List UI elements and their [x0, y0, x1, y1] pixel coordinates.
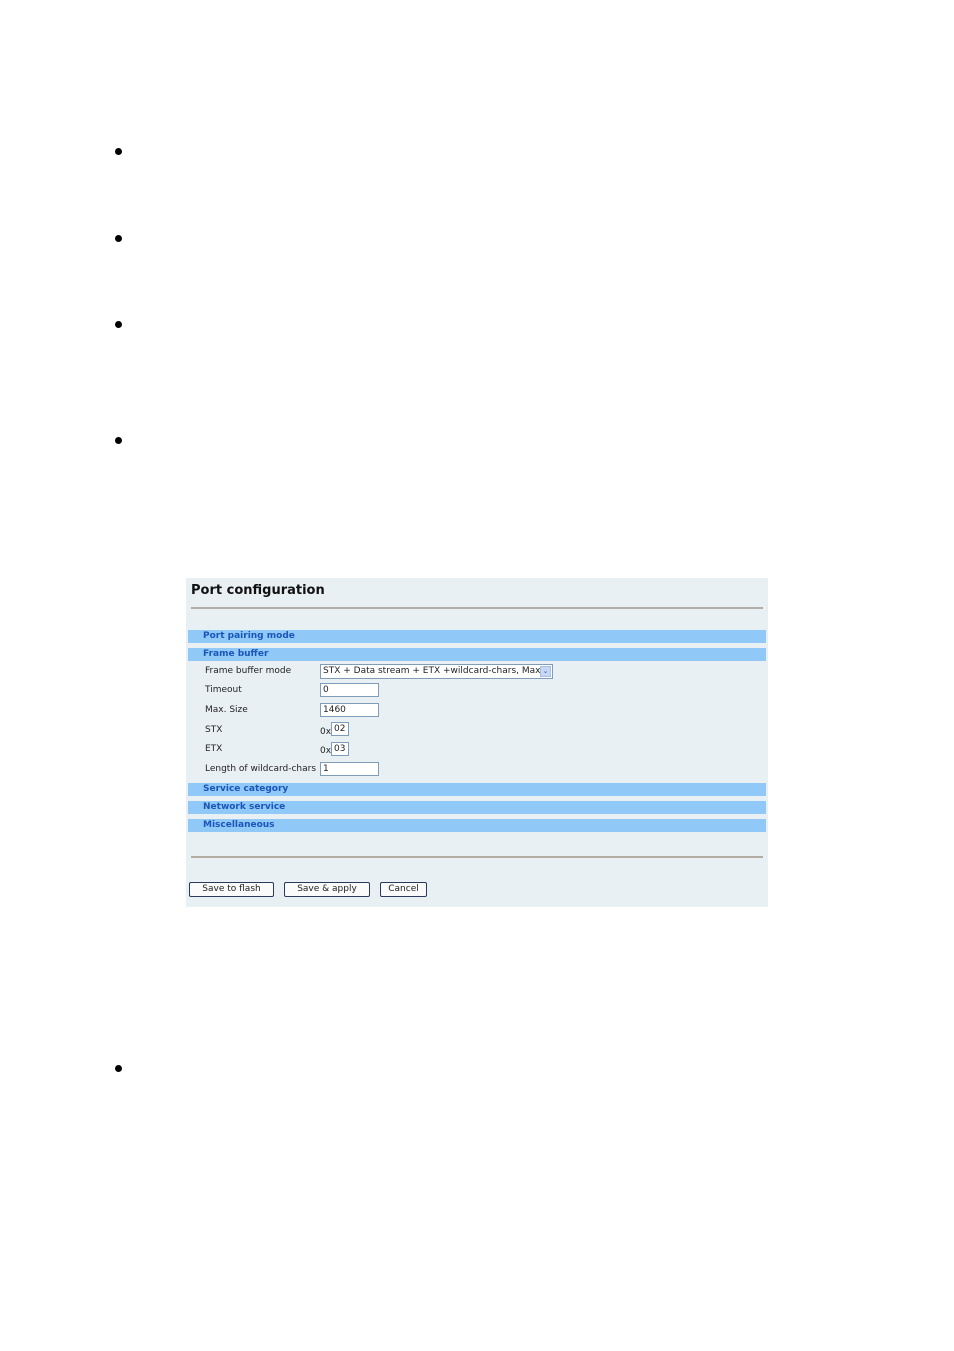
bullet-marker: [115, 1065, 122, 1072]
bullet-marker: [115, 437, 122, 444]
save-to-flash-button[interactable]: Save to flash: [189, 882, 274, 897]
stx-input[interactable]: 02: [331, 722, 349, 736]
timeout-input[interactable]: 0: [320, 683, 379, 697]
bullet-marker: [115, 148, 122, 155]
bullet-marker: [115, 321, 122, 328]
divider: [191, 856, 763, 858]
cancel-button[interactable]: Cancel: [380, 882, 427, 897]
stx-hex-prefix: 0x: [320, 727, 332, 737]
port-configuration-panel: Port configuration Port pairing mode Fra…: [186, 578, 768, 907]
etx-hex-prefix: 0x: [320, 746, 332, 756]
frame-buffer-mode-select[interactable]: STX + Data stream + ETX +wildcard-chars,…: [320, 664, 553, 679]
etx-input[interactable]: 03: [331, 742, 349, 756]
etx-label: ETX: [205, 744, 223, 754]
frame-buffer-mode-value: STX + Data stream + ETX +wildcard-chars,…: [323, 666, 541, 676]
panel-title: Port configuration: [191, 583, 325, 598]
bullet-marker: [115, 235, 122, 242]
max-size-input[interactable]: 1460: [320, 703, 379, 717]
section-miscellaneous[interactable]: Miscellaneous: [188, 819, 766, 832]
section-port-pairing-mode[interactable]: Port pairing mode: [188, 630, 766, 643]
stx-label: STX: [205, 725, 223, 735]
frame-buffer-mode-label: Frame buffer mode: [205, 666, 292, 676]
divider: [191, 607, 763, 609]
wildcard-length-label: Length of wildcard-chars: [205, 764, 317, 774]
timeout-label: Timeout: [205, 685, 242, 695]
wildcard-length-input[interactable]: 1: [320, 762, 379, 776]
section-network-service[interactable]: Network service: [188, 801, 766, 814]
section-frame-buffer[interactable]: Frame buffer: [188, 648, 766, 661]
chevron-down-icon[interactable]: ⌄: [540, 666, 551, 677]
save-and-apply-button[interactable]: Save & apply: [284, 882, 370, 897]
max-size-label: Max. Size: [205, 705, 248, 715]
section-service-category[interactable]: Service category: [188, 783, 766, 796]
